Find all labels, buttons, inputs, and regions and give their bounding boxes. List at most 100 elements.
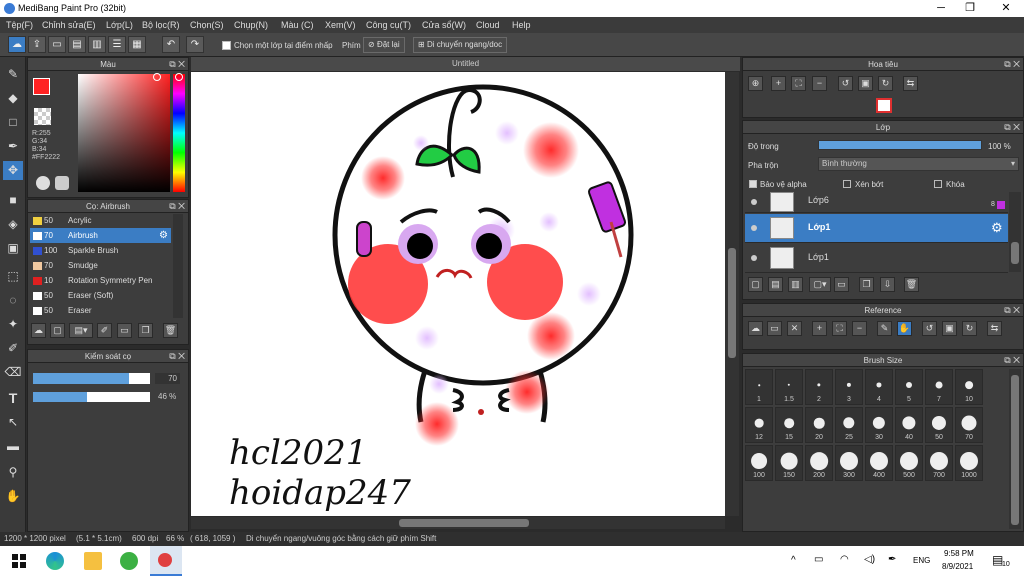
rectangle-tool-icon[interactable]: □ — [3, 113, 23, 132]
language-indicator[interactable]: ENG — [913, 556, 930, 565]
file-explorer-icon[interactable] — [84, 552, 102, 570]
brush-size-cell[interactable]: 2 — [805, 369, 833, 405]
brush-size-cell[interactable]: 15 — [775, 407, 803, 443]
transparent-color-swatch[interactable] — [34, 108, 51, 125]
menu-color[interactable]: Màu (C) — [281, 20, 314, 30]
new-halftone-layer-icon[interactable]: ▤ — [768, 277, 783, 292]
horizontal-scroll-thumb[interactable] — [399, 519, 529, 527]
ref-close-icon[interactable]: ✕ — [787, 321, 802, 336]
ref-reset-icon[interactable]: ▣ — [942, 321, 957, 336]
ref-fit-icon[interactable]: ⛶ — [832, 321, 847, 336]
blend-mode-select[interactable]: Bình thường ▾ — [818, 157, 1019, 171]
brush-size-cell[interactable]: 12 — [745, 407, 773, 443]
menu-edit[interactable]: Chỉnh sửa(E) — [42, 20, 96, 30]
alpha-protect-checkbox[interactable] — [749, 180, 757, 188]
undo-icon[interactable]: ↶ — [162, 36, 180, 53]
medibang-task-button[interactable] — [150, 546, 182, 576]
chevron-up-icon[interactable]: ^ — [791, 555, 796, 566]
hand-tool-icon[interactable]: ✋ — [3, 487, 23, 506]
chat-icon[interactable]: ▤ — [68, 36, 86, 53]
document-tab[interactable]: Untitled — [191, 57, 740, 71]
divide-tool-icon[interactable]: ▬ — [3, 437, 23, 456]
menu-cloud[interactable]: Cloud — [476, 20, 500, 30]
select-rect-tool-icon[interactable]: ⬚ — [3, 267, 23, 286]
visibility-icon[interactable] — [751, 199, 757, 205]
move-tool-icon[interactable]: ✥ — [3, 161, 23, 180]
brush-size-value[interactable]: 70 — [155, 373, 180, 384]
magic-wand-tool-icon[interactable]: ✦ — [3, 315, 23, 334]
brush-size-scrollbar[interactable] — [1009, 369, 1021, 529]
palette-settings-icon[interactable] — [55, 176, 69, 190]
layer-opacity-slider[interactable] — [818, 140, 982, 150]
duplicate-layer-icon[interactable]: ❐ — [859, 277, 874, 292]
canvas-horizontal-scrollbar[interactable] — [191, 517, 725, 529]
brush-edit-icon[interactable]: ✐ — [97, 323, 112, 338]
menu-window[interactable]: Cửa sổ(W) — [422, 20, 466, 30]
text-tool-icon[interactable]: T — [3, 389, 23, 408]
brush-size-cell[interactable]: 25 — [835, 407, 863, 443]
brush-list-scrollbar[interactable] — [173, 214, 183, 318]
redo-icon[interactable]: ↷ — [186, 36, 204, 53]
flip-icon[interactable]: ⇆ — [903, 76, 918, 91]
brush-list-item[interactable]: 50 Acrylic — [30, 213, 171, 228]
ref-eyedropper-icon[interactable]: ✎ — [877, 321, 892, 336]
panel-close-icon[interactable]: ⧉ ✕ — [169, 58, 185, 71]
brush-list-item[interactable]: 100 Sparkle Brush — [30, 243, 171, 258]
brush-list-item[interactable]: 10 Rotation Symmetry Pen — [30, 273, 171, 288]
app-green-icon[interactable] — [120, 552, 138, 570]
ref-rotate-right-icon[interactable]: ↻ — [962, 321, 977, 336]
drawing-canvas[interactable]: hcl2021 hoidap247 — [191, 72, 725, 516]
brush-size-cell[interactable]: 3 — [835, 369, 863, 405]
layer-menu-icon[interactable]: ▢▾ — [809, 277, 831, 292]
brush-size-cell[interactable]: 300 — [835, 445, 863, 481]
palette-icon[interactable] — [36, 176, 50, 190]
pen-tool-icon[interactable]: ✒ — [3, 137, 23, 156]
brush-size-cell[interactable]: 150 — [775, 445, 803, 481]
canvas-vertical-scrollbar[interactable] — [725, 72, 739, 516]
brush-size-slider[interactable] — [33, 373, 150, 384]
panel-close-icon[interactable]: ⧉ ✕ — [169, 350, 185, 363]
eraser-tool-icon[interactable]: ◆ — [3, 89, 23, 108]
hue-handle[interactable] — [175, 73, 183, 81]
windows-start-icon[interactable] — [10, 552, 28, 570]
zoom-out-icon[interactable]: − — [812, 76, 827, 91]
brush-size-cell[interactable]: 30 — [865, 407, 893, 443]
brush-size-cell[interactable]: 1000 — [955, 445, 983, 481]
brush-add-icon[interactable]: ▢ — [50, 323, 65, 338]
list-icon[interactable]: ☰ — [108, 36, 126, 53]
wifi-icon[interactable]: ◠ — [840, 554, 849, 565]
lasso-tool-icon[interactable]: ◌ — [3, 291, 23, 310]
delete-layer-icon[interactable]: 🗑 — [904, 277, 919, 292]
gear-icon[interactable]: ⚙ — [991, 220, 1003, 236]
brush-cloud-icon[interactable]: ☁ — [31, 323, 46, 338]
brush-tool-icon[interactable]: ✎ — [3, 65, 23, 84]
bucket-tool-icon[interactable]: ◈ — [3, 215, 23, 234]
page-icon[interactable]: ▥ — [88, 36, 106, 53]
menu-capture[interactable]: Chụp(N) — [234, 20, 268, 30]
brush-list-item[interactable]: 70 Smudge — [30, 258, 171, 273]
clock-time[interactable]: 9:58 PM — [944, 549, 974, 558]
pen-icon[interactable]: ✒ — [888, 554, 896, 565]
grid-icon[interactable]: ▦ — [128, 36, 146, 53]
primary-color-swatch[interactable] — [33, 78, 50, 95]
brush-opacity-slider[interactable] — [33, 392, 150, 402]
fit-screen-icon[interactable]: ⛶ — [791, 76, 806, 91]
move-mode-button[interactable]: ⊞ Di chuyển ngang/doc — [413, 37, 508, 53]
brush-size-cell[interactable]: 100 — [745, 445, 773, 481]
brush-size-cell[interactable]: 4 — [865, 369, 893, 405]
brush-size-cell[interactable]: 70 — [955, 407, 983, 443]
select-layer-checkbox[interactable] — [222, 41, 231, 50]
brush-list-item[interactable]: 70 Airbrush ⚙ — [30, 228, 171, 243]
close-button[interactable]: ✕ — [999, 2, 1013, 14]
menu-select[interactable]: Chọn(S) — [190, 20, 224, 30]
layer-scroll-thumb[interactable] — [1011, 242, 1019, 264]
brush-size-cell[interactable]: 500 — [895, 445, 923, 481]
ref-hand-icon[interactable]: ✋ — [897, 321, 912, 336]
lock-checkbox[interactable] — [934, 180, 942, 188]
ref-zoom-out-icon[interactable]: − — [852, 321, 867, 336]
clipping-checkbox[interactable] — [843, 180, 851, 188]
minimize-button[interactable]: ─ — [934, 2, 948, 14]
volume-icon[interactable]: ◁) — [864, 554, 875, 565]
new-1bit-layer-icon[interactable]: ▥ — [788, 277, 803, 292]
brush-size-cell[interactable]: 50 — [925, 407, 953, 443]
